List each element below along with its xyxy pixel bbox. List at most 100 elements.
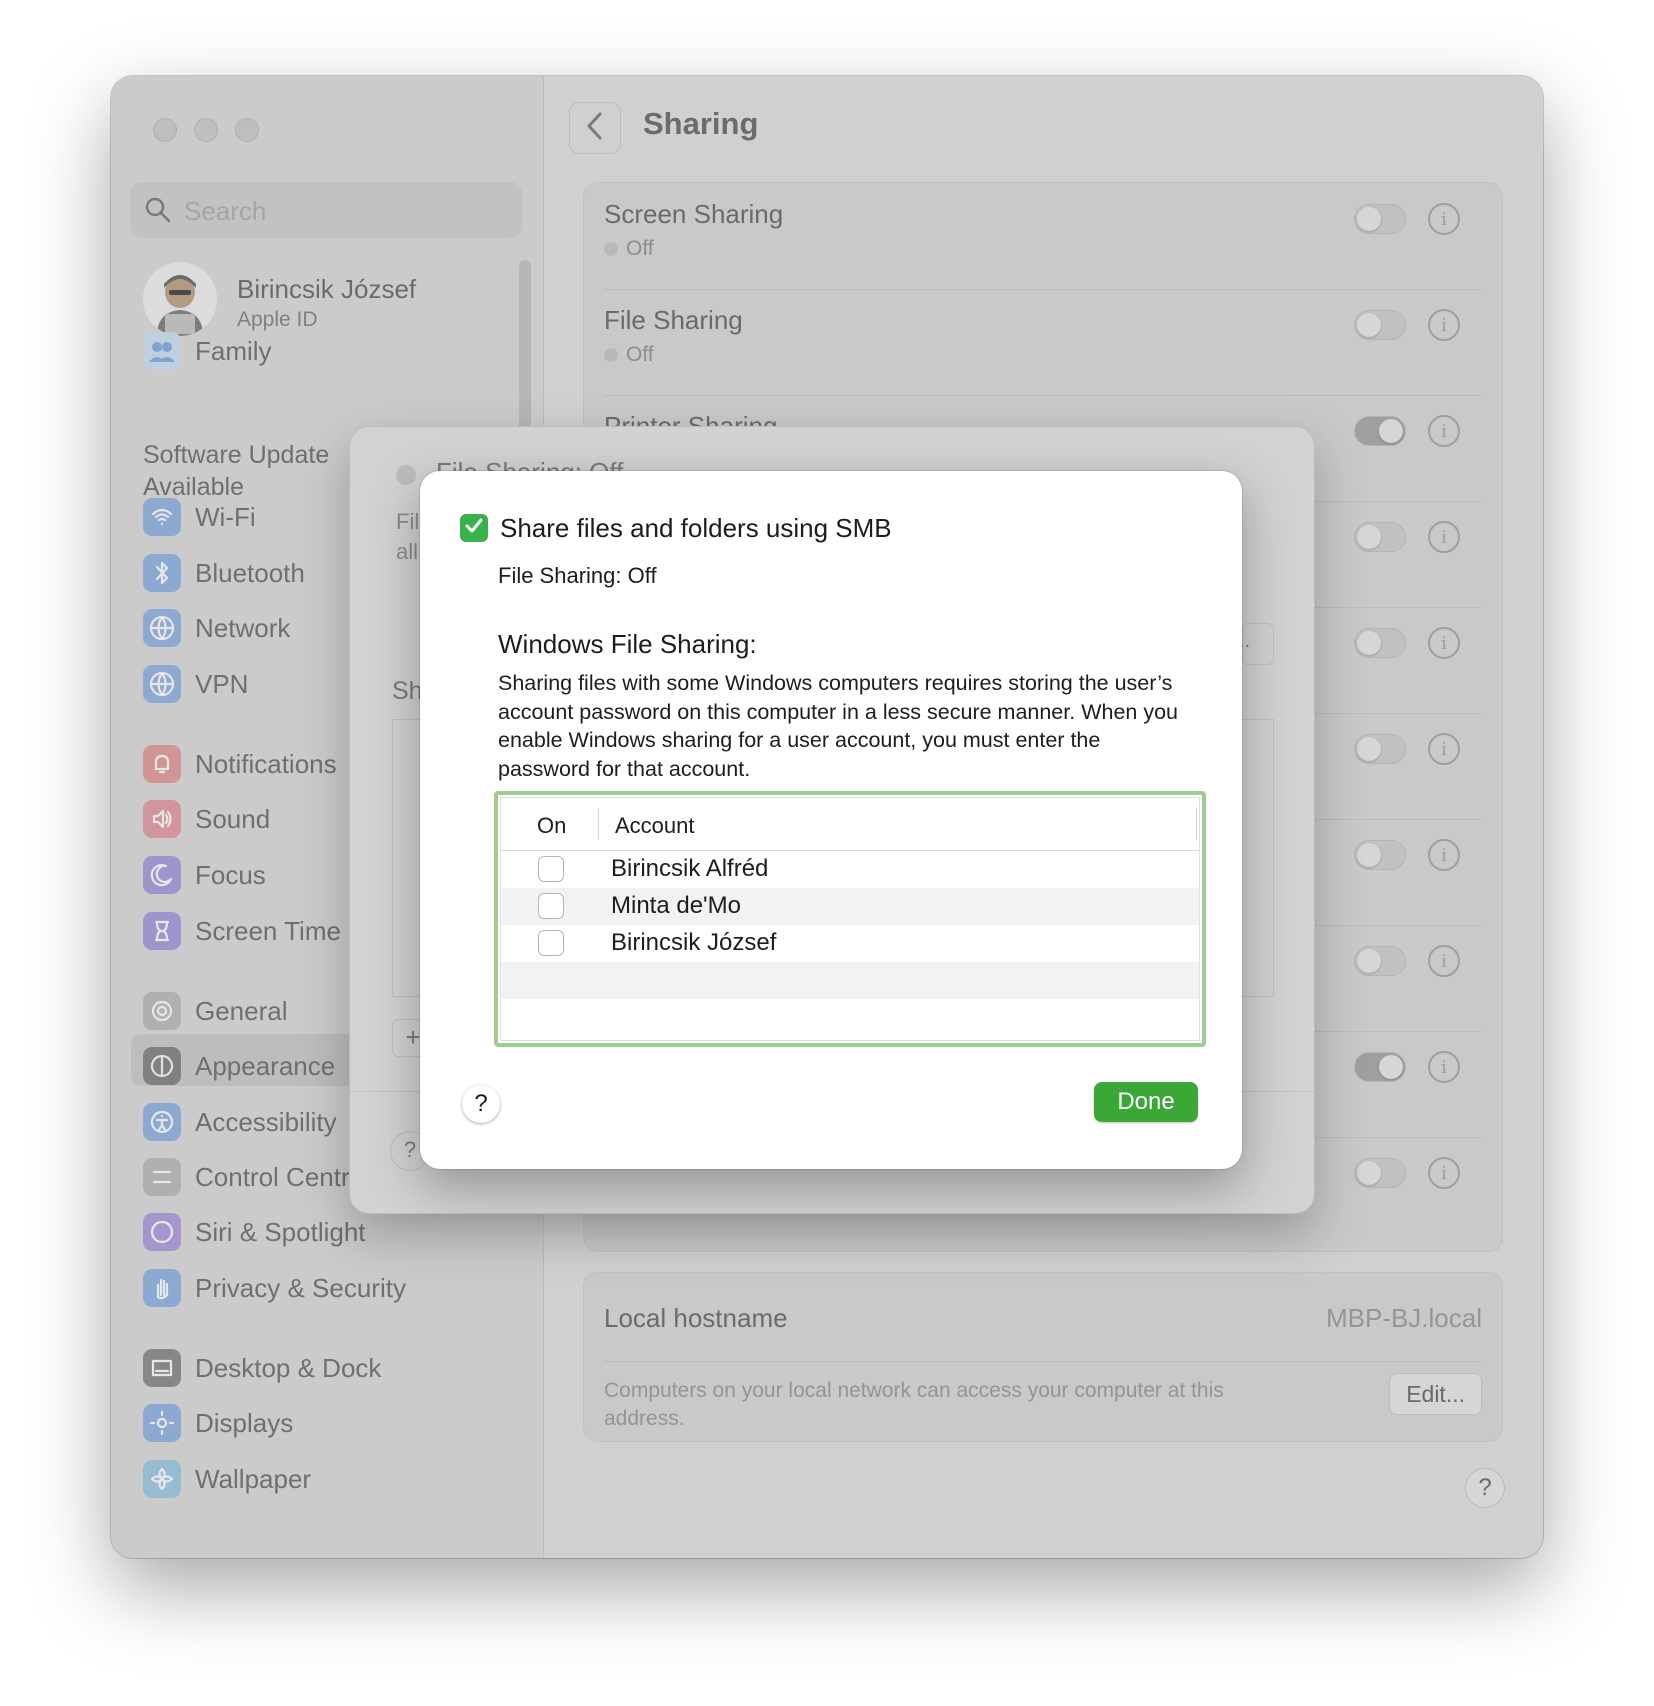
- options-button[interactable]: ..: [1239, 623, 1274, 665]
- account-checkbox[interactable]: [538, 893, 564, 919]
- sidebar-item-label: Sound: [195, 803, 271, 834]
- screen-time-icon: [143, 912, 181, 950]
- sidebar-item-label: Notifications: [195, 748, 337, 779]
- service-toggle[interactable]: [1354, 310, 1406, 340]
- sidebar-item-privacy-security[interactable]: Privacy & Security: [143, 1267, 406, 1309]
- info-icon[interactable]: i: [1428, 521, 1460, 553]
- service-toggle[interactable]: [1354, 946, 1406, 976]
- sidebar-item-appearance[interactable]: Appearance: [143, 1045, 335, 1087]
- service-toggle[interactable]: [1354, 204, 1406, 234]
- vpn-icon: [143, 665, 181, 703]
- table-row[interactable]: Birincsik József: [501, 925, 1199, 962]
- sidebar-item-label: Privacy & Security: [195, 1272, 406, 1303]
- info-icon[interactable]: i: [1428, 1051, 1460, 1083]
- description-line-2: all: [396, 539, 419, 564]
- dialog-help-button[interactable]: ?: [462, 1085, 500, 1123]
- chevron-left-icon: [585, 111, 605, 146]
- hostname-label: Local hostname: [604, 1303, 788, 1333]
- sidebar-item-focus[interactable]: Focus: [143, 854, 266, 896]
- sidebar-item-wallpaper[interactable]: Wallpaper: [143, 1458, 311, 1500]
- page-title: Sharing: [643, 106, 759, 141]
- search-field[interactable]: Search: [130, 182, 522, 238]
- status-dot: [604, 348, 618, 362]
- service-toggle[interactable]: [1354, 628, 1406, 658]
- software-update-notice[interactable]: Software Update Available: [143, 439, 329, 503]
- sidebar-item-general[interactable]: General: [143, 990, 288, 1032]
- account-checkbox[interactable]: [538, 930, 564, 956]
- zoom-window-button[interactable]: [235, 118, 259, 142]
- account-checkbox[interactable]: [538, 856, 564, 882]
- sidebar-item-label: Family: [195, 335, 272, 366]
- sidebar-item-family[interactable]: Family: [143, 330, 272, 372]
- sidebar-item-screen-time[interactable]: Screen Time: [143, 910, 341, 952]
- sidebar-item-label: Control Centre: [195, 1161, 365, 1192]
- minimize-window-button[interactable]: [194, 118, 218, 142]
- account-name: Minta de'Mo: [611, 892, 741, 919]
- edit-hostname-button[interactable]: Edit...: [1389, 1373, 1482, 1415]
- column-header-on[interactable]: On: [537, 813, 566, 839]
- info-icon[interactable]: i: [1428, 733, 1460, 765]
- sidebar-item-label: General: [195, 995, 288, 1026]
- sharing-service-row: File Sharing Off i: [604, 289, 1482, 396]
- sidebar-item-accessibility[interactable]: Accessibility: [143, 1101, 337, 1143]
- account-name: Birincsik József: [611, 929, 777, 956]
- hand-icon: [143, 1269, 181, 1307]
- hostname-group: Local hostname MBP-BJ.local Computers on…: [583, 1272, 1503, 1442]
- table-row[interactable]: Minta de'Mo: [501, 888, 1199, 925]
- control-centre-icon: [143, 1158, 181, 1196]
- displays-icon: [143, 1404, 181, 1442]
- accounts-table-body: On Account Birincsik Alfréd Minta de'Mo Bi…: [500, 797, 1200, 1041]
- service-toggle[interactable]: [1354, 416, 1406, 446]
- sidebar-item-network[interactable]: Network: [143, 607, 290, 649]
- info-icon[interactable]: i: [1428, 839, 1460, 871]
- status-dot: [396, 465, 416, 485]
- service-toggle[interactable]: [1354, 1158, 1406, 1188]
- sidebar-item-sound[interactable]: Sound: [143, 798, 270, 840]
- appearance-icon: [143, 1047, 181, 1085]
- column-separator: [598, 808, 599, 840]
- gear-icon: [143, 992, 181, 1030]
- info-icon[interactable]: i: [1428, 945, 1460, 977]
- hostname-value: MBP-BJ.local: [1325, 1303, 1482, 1333]
- sidebar-item-label: Bluetooth: [195, 557, 305, 588]
- sidebar-item-displays[interactable]: Displays: [143, 1402, 293, 1444]
- sidebar-item-bluetooth[interactable]: Bluetooth: [143, 552, 305, 594]
- service-toggle[interactable]: [1354, 840, 1406, 870]
- accounts-table[interactable]: On Account Birincsik Alfréd Minta de'Mo Bi…: [494, 791, 1206, 1047]
- sidebar-item-wi-fi[interactable]: Wi-Fi: [143, 496, 256, 538]
- done-button[interactable]: Done: [1094, 1082, 1198, 1122]
- back-button[interactable]: [569, 102, 621, 154]
- info-icon[interactable]: i: [1428, 1157, 1460, 1189]
- smb-checkbox[interactable]: [460, 514, 488, 542]
- help-button[interactable]: ?: [1465, 1468, 1505, 1508]
- info-icon[interactable]: i: [1428, 627, 1460, 659]
- sidebar-item-label: Network: [195, 612, 291, 643]
- column-header-account[interactable]: Account: [615, 813, 695, 839]
- service-toggle[interactable]: [1354, 734, 1406, 764]
- status-text: Off: [626, 343, 654, 366]
- table-row[interactable]: Birincsik Alfréd: [501, 851, 1199, 888]
- profile-subtitle: Apple ID: [237, 308, 318, 331]
- sidebar-item-notifications[interactable]: Notifications: [143, 743, 337, 785]
- sidebar-item-label: Wallpaper: [195, 1463, 312, 1494]
- family-icon: [143, 332, 181, 370]
- notifications-icon: [143, 745, 181, 783]
- service-status: Off: [604, 343, 654, 367]
- smb-checkbox-label[interactable]: Share files and folders using SMB: [500, 513, 892, 544]
- service-status: Off: [604, 237, 654, 261]
- description-line-1: Fil: [396, 509, 420, 534]
- smb-options-dialog: Share files and folders using SMB File S…: [420, 471, 1242, 1169]
- info-icon[interactable]: i: [1428, 415, 1460, 447]
- service-toggle[interactable]: [1354, 1052, 1406, 1082]
- service-toggle[interactable]: [1354, 522, 1406, 552]
- sidebar-item-siri-spotlight[interactable]: Siri & Spotlight: [143, 1211, 366, 1253]
- sidebar-item-vpn[interactable]: VPN: [143, 663, 248, 705]
- network-icon: [143, 609, 181, 647]
- service-title: Screen Sharing: [604, 199, 784, 229]
- info-icon[interactable]: i: [1428, 309, 1460, 341]
- info-icon[interactable]: i: [1428, 203, 1460, 235]
- sharing-service-row: Screen Sharing Off i: [604, 183, 1482, 290]
- sidebar-item-control-centre[interactable]: Control Centre: [143, 1156, 364, 1198]
- close-window-button[interactable]: [153, 118, 177, 142]
- sidebar-item-desktop-dock[interactable]: Desktop & Dock: [143, 1347, 381, 1389]
